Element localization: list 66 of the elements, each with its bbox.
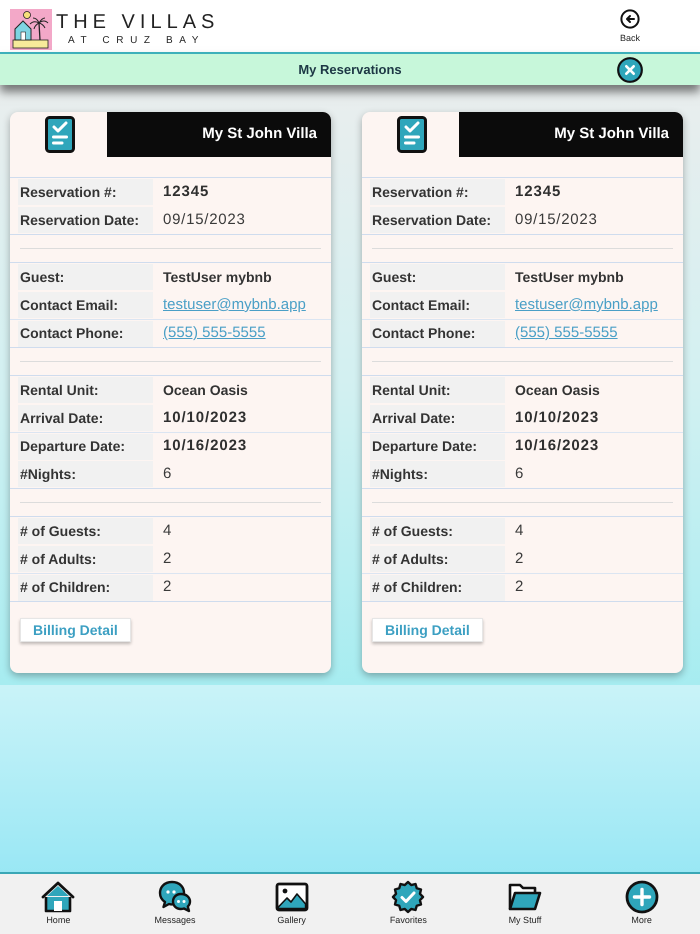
checklist-icon bbox=[44, 116, 74, 153]
close-icon bbox=[617, 56, 643, 82]
chat-bubbles-icon bbox=[158, 880, 192, 914]
card-title: My St John Villa bbox=[107, 112, 331, 157]
field-value: 12345 bbox=[515, 182, 562, 202]
plus-circle-icon bbox=[624, 880, 659, 914]
field-label: Rental Unit: bbox=[370, 377, 505, 403]
field-value: 2 bbox=[515, 548, 524, 569]
field-label: # of Children: bbox=[370, 574, 505, 600]
field-label: Contact Phone: bbox=[370, 320, 505, 346]
field-value: TestUser mybnb bbox=[163, 268, 272, 287]
brand-subtitle: AT CRUZ BAY bbox=[67, 36, 206, 46]
field-value: 6 bbox=[163, 464, 172, 484]
field-value: 10/16/2023 bbox=[163, 436, 248, 456]
field-value: 6 bbox=[515, 464, 524, 484]
page-title: My Reservations bbox=[298, 60, 402, 79]
nav-item[interactable]: Messages bbox=[116, 874, 234, 934]
field-label: Rental Unit: bbox=[18, 377, 153, 403]
field-value: 09/15/2023 bbox=[515, 210, 598, 230]
back-button[interactable]: Back bbox=[616, 9, 644, 43]
nav-item[interactable]: My Stuff bbox=[466, 874, 584, 934]
field-value: 4 bbox=[163, 520, 172, 541]
nav-item[interactable]: Home bbox=[0, 874, 117, 934]
field-label: Contact Email: bbox=[18, 292, 153, 318]
field-label: # of Adults: bbox=[18, 546, 153, 572]
field-value: TestUser mybnb bbox=[515, 268, 624, 287]
villa-logo-icon bbox=[10, 8, 52, 50]
field-label: Arrival Date: bbox=[370, 405, 505, 431]
field-label: #Nights: bbox=[18, 461, 153, 487]
field-value: 2 bbox=[515, 577, 524, 598]
card-title: My St John Villa bbox=[459, 112, 683, 157]
field-label: Contact Email: bbox=[370, 292, 505, 318]
field-value: 10/10/2023 bbox=[515, 408, 600, 428]
field-label: #Nights: bbox=[370, 461, 505, 487]
field-value: 10/10/2023 bbox=[163, 408, 248, 428]
field-label: Reservation #: bbox=[18, 179, 153, 205]
field-label: # of Adults: bbox=[370, 546, 505, 572]
field-label: Reservation Date: bbox=[18, 207, 153, 233]
check-badge-icon bbox=[391, 880, 426, 914]
field-value: 4 bbox=[515, 520, 524, 541]
field-value: 2 bbox=[163, 548, 172, 569]
nav-item[interactable]: More bbox=[583, 874, 700, 934]
house-icon bbox=[41, 880, 76, 914]
field-label: Guest: bbox=[370, 264, 505, 290]
field-label: Arrival Date: bbox=[18, 405, 153, 431]
field-value: 2 bbox=[163, 577, 172, 598]
field-label: Guest: bbox=[18, 264, 153, 290]
field-value: 09/15/2023 bbox=[163, 210, 246, 230]
field-label: # of Guests: bbox=[18, 518, 153, 544]
field-label: # of Guests: bbox=[370, 518, 505, 544]
picture-icon bbox=[274, 880, 309, 914]
field-value: 10/16/2023 bbox=[515, 436, 600, 456]
field-value: 12345 bbox=[163, 182, 210, 202]
checklist-icon bbox=[396, 116, 426, 153]
field-label: Contact Phone: bbox=[18, 320, 153, 346]
field-label: Reservation #: bbox=[370, 179, 505, 205]
field-label: Reservation Date: bbox=[370, 207, 505, 233]
field-value: Ocean Oasis bbox=[163, 380, 248, 400]
field-label: # of Children: bbox=[18, 574, 153, 600]
field-label: Departure Date: bbox=[18, 434, 153, 460]
field-value: Ocean Oasis bbox=[515, 380, 600, 400]
nav-item[interactable]: Favorites bbox=[350, 874, 467, 934]
brand-title: THE VILLAS bbox=[56, 12, 220, 32]
close-button[interactable] bbox=[617, 56, 643, 82]
field-label: Departure Date: bbox=[370, 434, 505, 460]
nav-item[interactable]: Gallery bbox=[233, 874, 350, 934]
